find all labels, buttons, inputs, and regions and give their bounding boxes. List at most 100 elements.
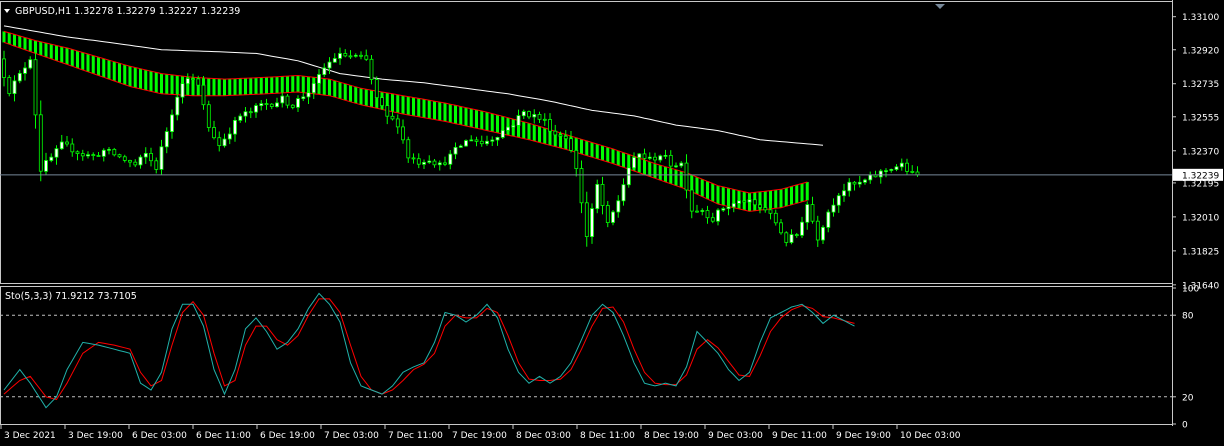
bull-candle [658, 155, 663, 161]
bull-candle [500, 129, 505, 138]
bull-candle [464, 140, 468, 147]
bear-candle [710, 217, 715, 222]
bull-candle [590, 208, 594, 238]
bull-candle [863, 179, 867, 183]
main-plot-area[interactable] [0, 25, 1172, 247]
bear-candle [364, 55, 369, 60]
bear-candle [390, 115, 395, 120]
bear-candle [579, 168, 584, 204]
bull-candle [663, 154, 668, 157]
bull-candle [826, 211, 831, 228]
bear-candle [133, 161, 138, 166]
bull-candle [170, 114, 174, 133]
bull-candle [49, 156, 54, 161]
bull-candle [317, 74, 321, 84]
bull-candle [721, 208, 726, 211]
bull-candle [674, 165, 678, 168]
bull-candle [632, 157, 636, 169]
bear-candle [206, 104, 211, 128]
stochastic-tick-label: 80 [1182, 312, 1194, 322]
stochastic-signal-line [3, 298, 855, 401]
chart-shift-marker-icon[interactable] [935, 4, 945, 9]
chart-canvas[interactable]: 1.316401.318251.320101.321951.323701.325… [0, 0, 1224, 442]
bull-candle [637, 153, 642, 158]
bull-candle [280, 95, 285, 104]
bull-candle [453, 146, 458, 155]
bear-candle [784, 232, 789, 243]
bear-candle [479, 140, 484, 145]
bull-candle [306, 92, 311, 98]
bull-candle [469, 139, 474, 142]
price-tick-label: 1.32010 [1182, 213, 1219, 223]
time-tick-label: 10 Dec 03:00 [900, 431, 961, 441]
bull-candle [490, 139, 495, 142]
bear-candle [96, 155, 101, 157]
bear-candle [810, 204, 815, 222]
price-tick-label: 1.31825 [1182, 247, 1219, 257]
bull-candle [842, 190, 846, 197]
bull-candle [616, 200, 621, 213]
bull-candle [437, 162, 442, 166]
bear-candle [695, 210, 699, 213]
stochastic-tick-label: 0 [1182, 421, 1188, 431]
bear-candle [122, 156, 127, 161]
bull-candle [516, 115, 521, 126]
bear-candle [191, 78, 195, 80]
chart-window[interactable]: 1.31640 1.31825 1.32010 1.32195 1.32370 1.325… [0, 0, 1224, 442]
bull-candle [611, 211, 615, 223]
bull-candle [857, 181, 862, 185]
bear-candle [217, 137, 222, 146]
bear-candle [684, 162, 689, 191]
bull-candle [17, 73, 22, 82]
price-tick-label: 1.32920 [1182, 46, 1219, 56]
bear-candle [369, 58, 374, 80]
bull-candle [726, 206, 731, 209]
bear-candle [196, 78, 201, 86]
bull-candle [894, 166, 899, 170]
bear-candle [584, 202, 589, 238]
bear-candle [343, 53, 348, 57]
bull-candle [847, 181, 852, 192]
bull-candle [884, 170, 888, 173]
bull-candle [107, 148, 111, 151]
bull-candle [747, 199, 752, 203]
time-tick-label: 9 Dec 11:00 [772, 431, 827, 441]
bear-candle [758, 204, 762, 208]
bull-candle [23, 67, 27, 74]
bear-candle [752, 199, 757, 206]
time-tick-label: 6 Dec 03:00 [132, 431, 187, 441]
bear-candle [537, 114, 542, 120]
bull-candle [101, 149, 106, 157]
bull-candle [138, 156, 143, 166]
bull-candle [322, 67, 327, 75]
bull-candle [789, 234, 794, 243]
bull-candle [422, 161, 426, 165]
time-tick-label: 6 Dec 19:00 [260, 431, 315, 441]
stochastic-main-line [3, 292, 855, 409]
bear-candle [668, 154, 673, 167]
stochastic-tick-label: 100 [1182, 285, 1199, 295]
bear-candle [773, 212, 778, 224]
stochastic-plot-area[interactable] [0, 292, 1172, 409]
bear-candle [91, 154, 96, 157]
bull-candle [59, 141, 64, 150]
bear-candle [38, 114, 43, 172]
bear-candle [689, 189, 694, 212]
bear-candle [154, 160, 159, 170]
bull-candle [222, 138, 227, 147]
bear-candle [70, 143, 75, 153]
bull-candle [164, 131, 169, 148]
bull-candle [28, 59, 33, 69]
bull-candle [296, 98, 300, 108]
price-axis[interactable]: 1.316401.318251.320101.321951.323701.325… [1172, 13, 1223, 291]
bull-candle [233, 120, 237, 135]
bull-candle [185, 78, 190, 85]
bull-candle [821, 226, 825, 241]
bull-candle [532, 114, 537, 118]
sub-panel-title: Sto(5,3,3) 71.9212 73.7105 [5, 291, 137, 302]
bear-candle [248, 111, 253, 114]
symbol-menu-arrow-icon[interactable] [4, 9, 10, 13]
bear-candle [201, 84, 206, 106]
price-tick-label: 1.33100 [1182, 13, 1219, 23]
main-panel-title: GBPUSD,H1 1.32278 1.32279 1.32227 1.3223… [15, 6, 240, 17]
